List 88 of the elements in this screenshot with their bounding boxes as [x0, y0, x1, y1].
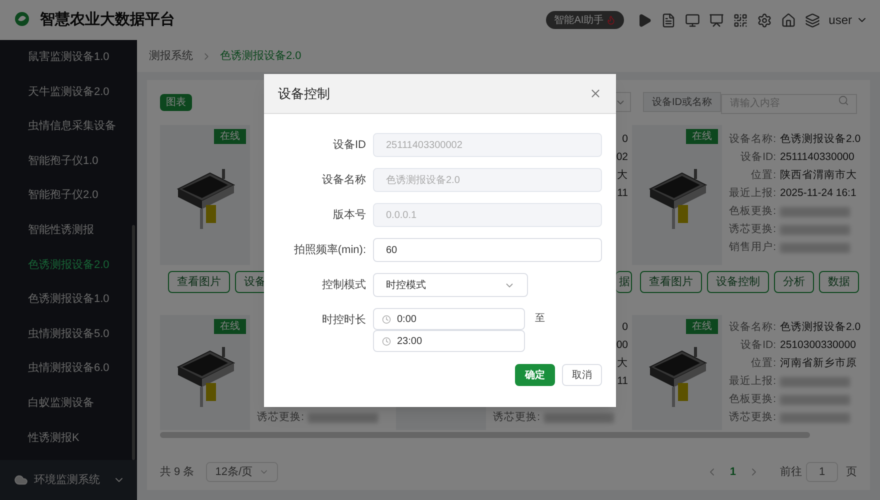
info-value: 0	[622, 320, 628, 336]
breadcrumb-item[interactable]: 色诱测报设备2.0	[220, 48, 302, 64]
sidebar-group[interactable]: 环境监测系统	[0, 460, 137, 500]
sidebar-item[interactable]: 智能孢子仪1.0	[0, 144, 137, 178]
field-label: 设备ID	[332, 138, 367, 153]
settings-icon[interactable]	[756, 12, 772, 28]
online-badge: 在线	[214, 129, 246, 144]
home-icon[interactable]	[780, 12, 796, 28]
time-field[interactable]: 23:00	[373, 330, 525, 352]
info-value: 色诱测报设备2.0	[780, 132, 861, 148]
play-icon[interactable]	[636, 12, 652, 28]
cancel-button[interactable]: 取消	[562, 364, 602, 386]
sidebar-item[interactable]: 鼠害监测设备1.0	[0, 40, 137, 75]
monitor-icon[interactable]	[684, 12, 700, 28]
page-size-select[interactable]: 12条/页	[206, 462, 278, 482]
time-field[interactable]: 0:00	[373, 308, 525, 330]
goto-page-field[interactable]: 1	[806, 462, 838, 482]
card-action-button[interactable]: 据	[616, 271, 632, 293]
flame-icon	[606, 15, 616, 25]
card-action-button[interactable]: 查看图片	[168, 271, 230, 293]
dialog-title: 设备控制	[278, 84, 330, 103]
info-label: 设备ID:	[740, 150, 776, 166]
info-label: 诱芯更换:	[728, 410, 776, 426]
info-value: 大	[617, 356, 628, 372]
info-label: 色板更换:	[728, 392, 776, 408]
breadcrumb-item[interactable]: 测报系统	[149, 48, 193, 64]
field-label: 拍照频率(min):	[292, 242, 367, 258]
info-label: 最近上报:	[728, 186, 776, 202]
info-value: 大	[617, 168, 628, 184]
info-label: 色板更换:	[728, 204, 776, 220]
info-label: 位置:	[750, 168, 776, 184]
info-value: 2511140330000	[780, 150, 854, 166]
search-type-select[interactable]: 设备ID或名称	[643, 92, 721, 112]
info-value: 11	[617, 186, 628, 202]
page-number[interactable]: 1	[730, 464, 736, 480]
info-label: 最近上报:	[728, 374, 776, 390]
clock-icon	[382, 314, 391, 324]
online-badge: 在线	[214, 319, 246, 334]
sidebar-item[interactable]: 智能孢子仪2.0	[0, 178, 137, 213]
goto-label: 前往	[780, 464, 802, 480]
info-value: 河南省新乡市原	[780, 356, 857, 372]
info-value: 0	[622, 132, 628, 148]
info-label: 设备名称:	[728, 132, 776, 148]
ai-assistant-button[interactable]: 智能AI助手	[546, 11, 624, 29]
info-label: 位置:	[750, 356, 776, 372]
info-label: 销售用户:	[728, 240, 776, 256]
text-field[interactable]: 60	[373, 238, 602, 262]
qr-code-icon[interactable]	[732, 12, 748, 28]
page-unit: 页	[846, 464, 857, 480]
info-label: 设备ID:	[740, 338, 776, 354]
field-label: 设备名称	[321, 173, 367, 188]
document-icon[interactable]	[660, 12, 676, 28]
online-badge: 在线	[686, 129, 718, 144]
range-separator: 至	[535, 312, 545, 326]
info-value: 陕西省渭南市大	[780, 168, 857, 184]
user-menu[interactable]: user	[828, 11, 868, 29]
layers-icon[interactable]	[804, 12, 820, 28]
mode-select[interactable]: 时控模式	[373, 273, 528, 297]
info-value: 色诱测报设备2.0	[780, 320, 861, 336]
info-value: 11	[617, 374, 628, 390]
cloud-icon	[14, 473, 28, 487]
field-label: 版本号	[332, 208, 367, 223]
confirm-button[interactable]: 确定	[515, 364, 555, 386]
clock-icon	[382, 336, 391, 346]
sidebar-item[interactable]: 虫情信息采集设备	[0, 109, 137, 144]
info-value: 02	[616, 150, 628, 166]
info-value: 2510300330000	[780, 338, 856, 354]
app-title: 智慧农业大数据平台	[40, 10, 175, 30]
close-icon[interactable]	[589, 87, 602, 100]
info-value: 00	[616, 338, 628, 354]
info-label: 设备名称:	[728, 320, 776, 336]
card-action-button[interactable]: 分析	[774, 271, 814, 293]
horizontal-scrollbar[interactable]	[160, 432, 810, 438]
field-label: 时控时长	[321, 313, 367, 328]
field-label: 控制模式	[321, 278, 367, 293]
card-action-button[interactable]: 设备控制	[707, 271, 769, 293]
info-label: 诱芯更换:	[492, 410, 540, 426]
search-icon	[838, 95, 849, 106]
chart-button[interactable]: 图表	[160, 94, 192, 110]
group-label: 环境监测系统	[34, 472, 100, 488]
online-badge: 在线	[686, 319, 718, 334]
total-count: 共 9 条	[160, 464, 194, 480]
sidebar-item[interactable]: 天牛监测设备2.0	[0, 74, 137, 110]
info-label: 诱芯更换:	[256, 410, 304, 426]
info-value: 2025-11-24 16:1	[780, 186, 856, 202]
card-action-button[interactable]: 查看图片	[640, 271, 702, 293]
info-label: 诱芯更换:	[728, 222, 776, 238]
card-action-button[interactable]: 数据	[819, 271, 859, 293]
